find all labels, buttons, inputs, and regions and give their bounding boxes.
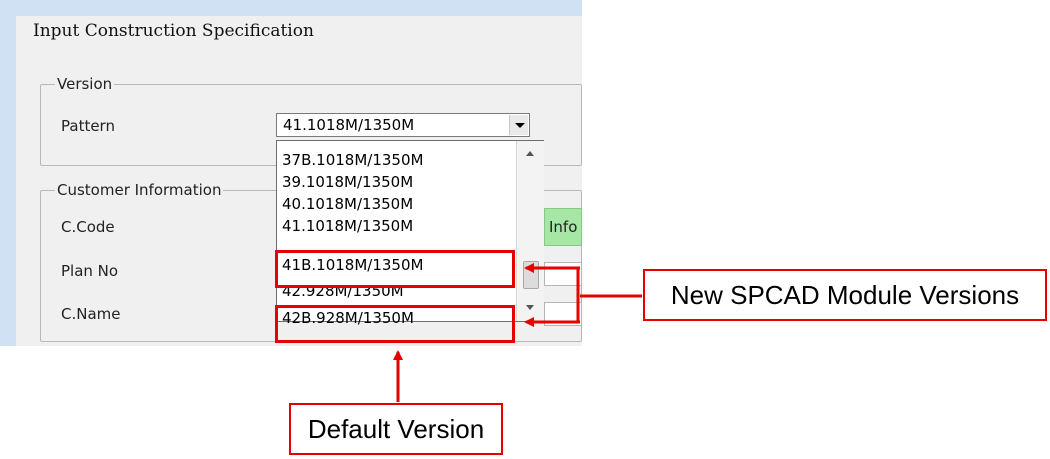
default-version-callout-text: Default Version [307, 414, 485, 444]
new-versions-callout: New SPCAD Module Versions [643, 269, 1047, 321]
annotation-arrows [393, 263, 642, 402]
new-versions-callout-text: New SPCAD Module Versions [670, 280, 1020, 310]
default-version-callout: Default Version [289, 403, 503, 455]
